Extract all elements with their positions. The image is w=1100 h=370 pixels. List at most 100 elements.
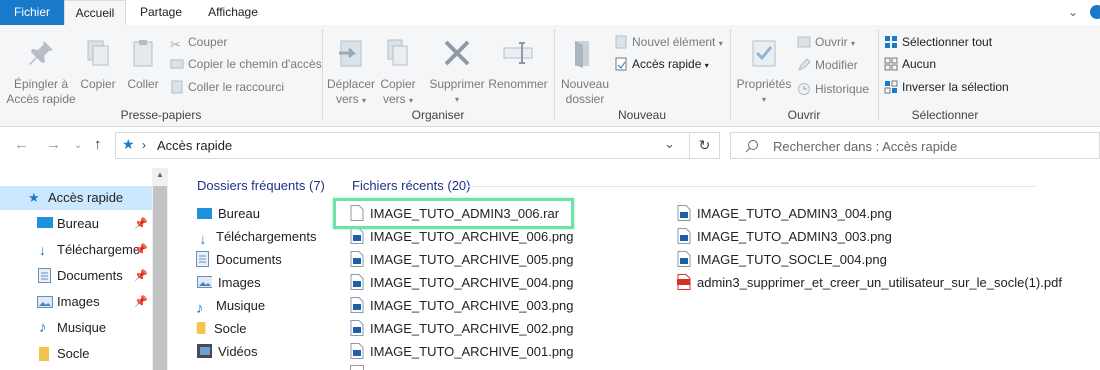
recent-file-item[interactable]: IMAGE_TUTO_ADMIN3_004.png <box>677 203 892 225</box>
open-label: Ouvrir <box>815 35 848 49</box>
history-icon <box>798 83 810 95</box>
select-none-label: Aucun <box>902 57 937 71</box>
recent-file-item[interactable]: IMAGE_TUTO_ARCHIVE_003.png <box>350 295 574 317</box>
png-file-icon <box>350 251 364 267</box>
copy-label: Copier <box>80 77 116 91</box>
tab-share[interactable]: Partage <box>130 0 192 25</box>
paste-shortcut-icon <box>171 80 183 94</box>
nav-item-label: Accès rapide <box>48 190 124 205</box>
nav-item-desktop[interactable]: Bureau 📌 <box>0 212 152 236</box>
open-button[interactable]: Ouvrir ▾ <box>797 32 855 52</box>
rename-button[interactable]: Renommer <box>488 37 548 92</box>
help-icon[interactable] <box>1088 4 1100 20</box>
recent-file-item[interactable]: IMAGE_TUTO_ARCHIVE_004.png <box>350 272 574 294</box>
recent-file-item[interactable]: IMAGE_TUTO_SOCLE_004.png <box>677 249 887 271</box>
new-group-label: Nouveau <box>617 108 667 122</box>
navigation-pane: ★ Accès rapide Bureau 📌 ↓ Téléchargeme 📌… <box>0 168 168 370</box>
pin-icon <box>29 41 53 65</box>
pin-label-2: Accès rapide <box>6 92 76 106</box>
edit-label: Modifier <box>815 58 858 72</box>
pin-icon[interactable]: 📌 <box>134 212 148 236</box>
copy-icon <box>87 40 109 66</box>
recent-file-item[interactable]: admin3_supprimer_et_creer_un_utilisateur… <box>677 272 1062 294</box>
select-none-button[interactable]: Aucun <box>884 54 936 74</box>
copy-to-button[interactable]: Copier vers ▾ <box>376 37 420 108</box>
tab-home[interactable]: Accueil <box>64 0 126 25</box>
copy-path-button[interactable]: Copier le chemin d'accès <box>170 54 322 74</box>
desktop-icon <box>197 208 212 219</box>
pin-icon[interactable]: 📌 <box>134 290 148 314</box>
nav-item-pictures[interactable]: Images 📌 <box>0 290 152 314</box>
new-folder-button[interactable]: Nouveau dossier <box>558 37 612 107</box>
search-icon <box>745 140 758 153</box>
address-dropdown-icon[interactable]: ⌄ <box>664 136 675 152</box>
highlight-box <box>333 198 574 229</box>
nav-item-socle[interactable]: Socle <box>0 342 152 366</box>
frequent-folder-item[interactable]: Documents <box>196 249 282 271</box>
copy-to-label-2: vers <box>382 92 406 106</box>
download-icon: ↓ <box>39 242 46 258</box>
nav-scrollbar-thumb[interactable] <box>153 186 167 370</box>
file-name: IMAGE_TUTO_ARCHIVE_004.png <box>370 275 574 290</box>
breadcrumb-chevron-icon: › <box>142 138 146 152</box>
copy-button[interactable]: Copier <box>78 37 118 92</box>
png-file-icon <box>677 228 691 244</box>
scroll-up-arrow-icon[interactable]: ▲ <box>153 170 167 179</box>
recent-locations-chevron-icon[interactable]: ⌄ <box>74 140 82 151</box>
cut-button[interactable]: ✂ Couper <box>170 32 227 52</box>
move-to-button[interactable]: Déplacer vers ▾ <box>326 37 376 108</box>
easy-access-button[interactable]: Accès rapide ▾ <box>614 54 709 74</box>
dropdown-arrow-icon: ▾ <box>851 39 856 48</box>
edit-button[interactable]: Modifier <box>797 55 858 75</box>
scissors-icon: ✂ <box>170 37 181 52</box>
dropdown-arrow-icon: ▾ <box>718 39 723 48</box>
address-bar[interactable]: ★ › Accès rapide ⌄ <box>115 132 690 159</box>
properties-button[interactable]: Propriétés ▾ <box>734 37 794 107</box>
pin-icon[interactable]: 📌 <box>134 264 148 288</box>
delete-button[interactable]: Supprimer ▾ <box>428 37 486 107</box>
png-file-icon <box>350 320 364 336</box>
nav-item-music[interactable]: ♪ Musique <box>0 316 152 340</box>
invert-selection-button[interactable]: Inverser la sélection <box>884 77 1009 97</box>
refresh-button[interactable]: ↻ <box>690 132 720 159</box>
frequent-folder-item[interactable]: Images <box>196 272 261 294</box>
recent-file-item[interactable]: IMAGE_TUTO_ARCHIVE_002.png <box>350 318 574 340</box>
nav-item-quick-access[interactable]: ★ Accès rapide <box>0 186 152 210</box>
tab-file[interactable]: Fichier <box>0 0 64 25</box>
forward-arrow-icon[interactable]: → <box>46 136 61 153</box>
search-box[interactable]: Rechercher dans : Accès rapide <box>730 132 1100 159</box>
paste-button[interactable]: Coller <box>123 37 163 92</box>
back-arrow-icon[interactable]: ← <box>14 136 29 153</box>
history-button[interactable]: Historique <box>797 79 869 99</box>
nav-item-label: Bureau <box>57 216 99 231</box>
frequent-folder-item[interactable]: Vidéos <box>196 341 258 363</box>
file-name: IMAGE_TUTO_SOCLE_004.png <box>697 252 887 267</box>
recent-file-item[interactable]: IMAGE_TUTO_ARCHIVE_005.png <box>350 249 574 271</box>
frequent-folder-item[interactable]: Socle <box>196 318 247 340</box>
edit-pencil-icon <box>798 58 811 71</box>
recent-files-header[interactable]: Fichiers récents (20) <box>352 178 470 193</box>
new-folder-label-2: dossier <box>565 92 605 106</box>
frequent-folder-item[interactable]: ↓ Téléchargements <box>196 226 317 248</box>
frequent-folders-header[interactable]: Dossiers fréquents (7) <box>197 178 325 193</box>
frequent-folder-item[interactable]: Bureau <box>196 203 260 225</box>
header-divider <box>468 186 1036 187</box>
frequent-folder-item[interactable]: ♪ Musique <box>196 295 265 317</box>
nav-item-downloads[interactable]: ↓ Téléchargeme 📌 <box>0 238 152 262</box>
chevron-down-icon[interactable]: ⌄ <box>1068 5 1078 19</box>
recent-file-item[interactable]: IMAGE_TUTO_ADMIN3_003.png <box>677 226 892 248</box>
dropdown-arrow-icon: ▾ <box>454 95 459 104</box>
pin-icon[interactable]: 📌 <box>134 238 148 262</box>
new-item-button[interactable]: Nouvel élément ▾ <box>614 32 723 52</box>
up-arrow-icon[interactable]: ↑ <box>94 136 102 153</box>
nav-item-documents[interactable]: Documents 📌 <box>0 264 152 288</box>
breadcrumb-current[interactable]: Accès rapide <box>157 138 232 153</box>
paste-shortcut-button[interactable]: Coller le raccourci <box>170 77 284 97</box>
folder-name: Images <box>218 275 261 290</box>
select-all-button[interactable]: Sélectionner tout <box>884 32 992 52</box>
tab-view[interactable]: Affichage <box>196 0 270 25</box>
pin-quick-access-button[interactable]: Épingler à Accès rapide <box>6 37 76 107</box>
recent-file-item[interactable]: IMAGE_TUTO_ARCHIVE_001.png <box>350 341 574 363</box>
properties-label: Propriétés <box>736 77 792 91</box>
recent-file-item[interactable]: IMAGE_TUTO_ARCHIVE_006.png <box>350 226 574 248</box>
